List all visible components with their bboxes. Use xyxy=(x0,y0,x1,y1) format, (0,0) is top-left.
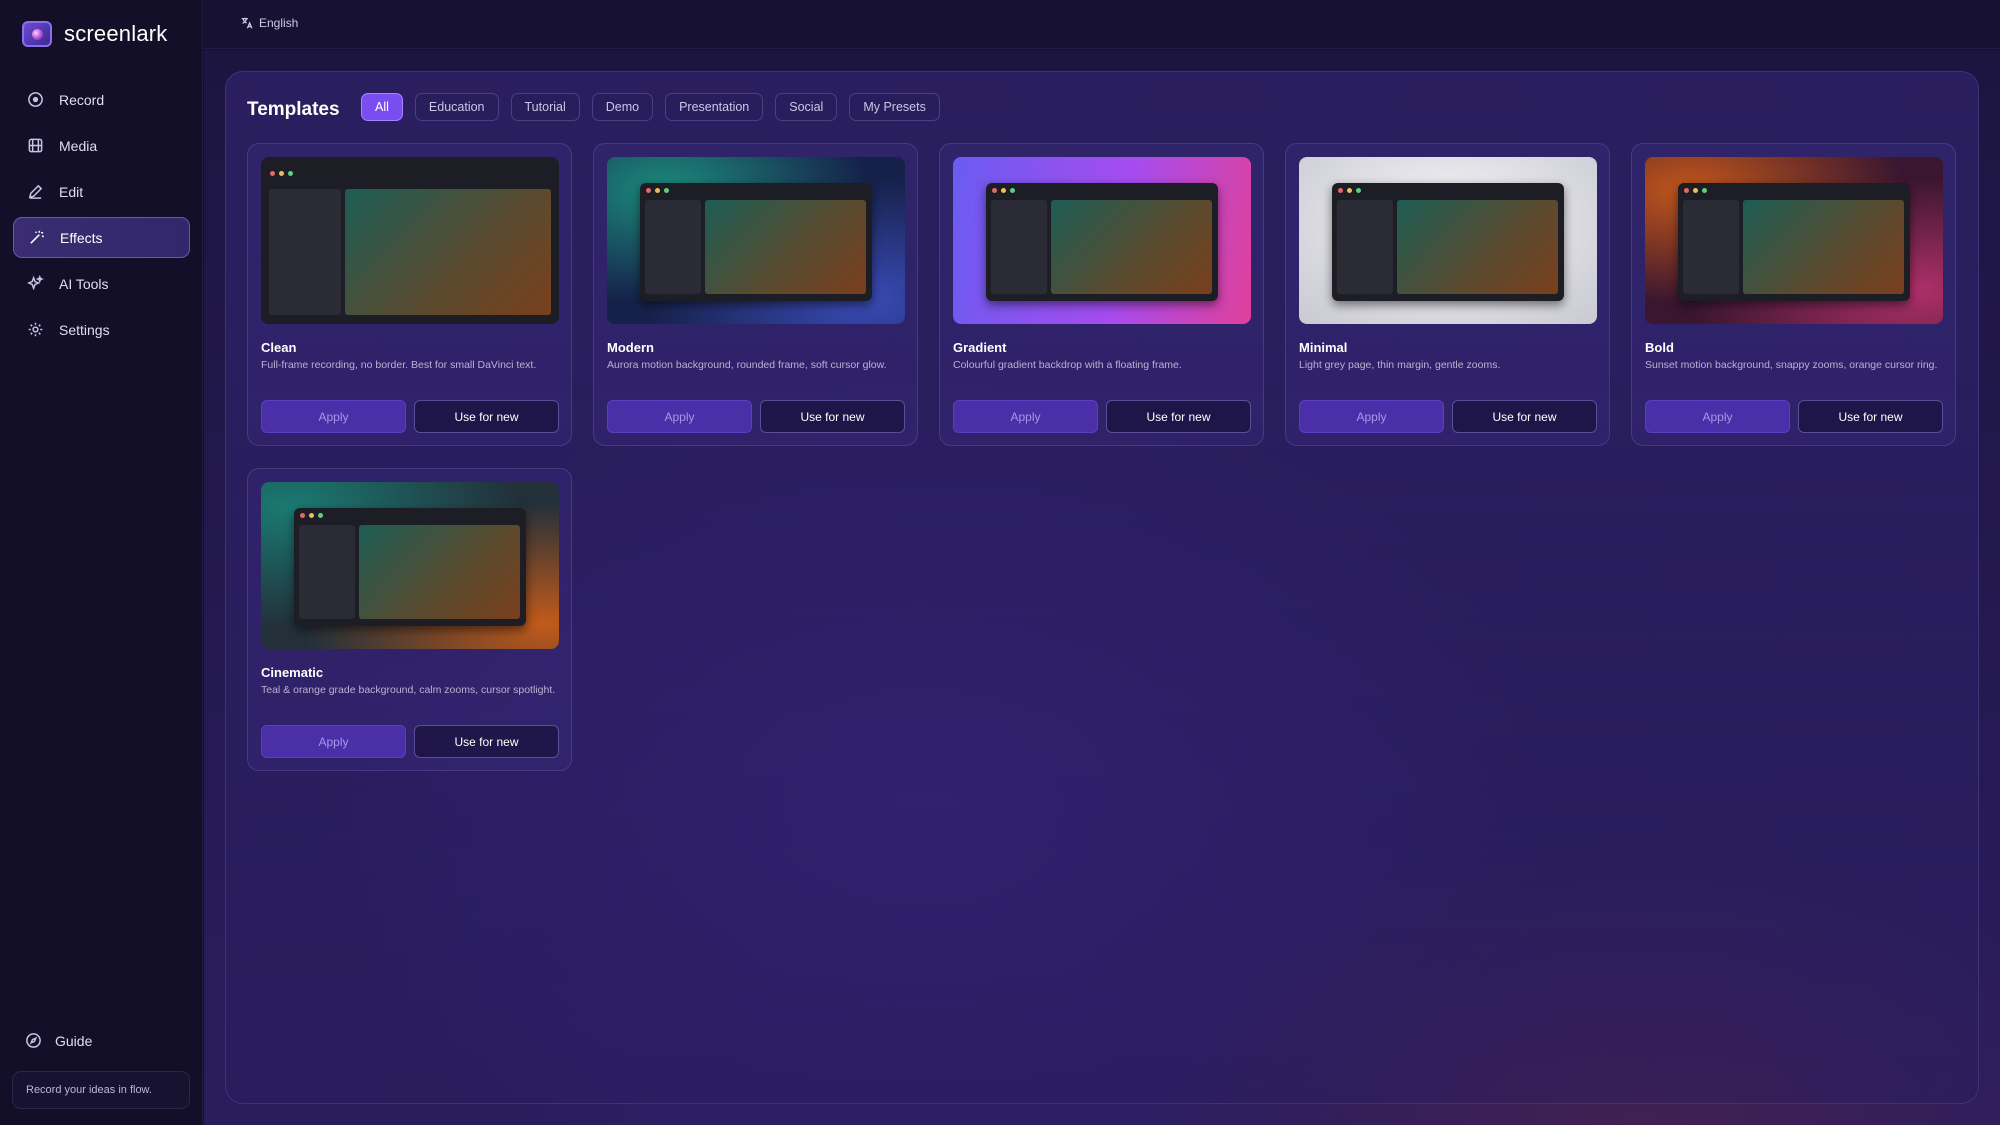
template-description: Colourful gradient backdrop with a float… xyxy=(953,359,1182,371)
templates-panel: Templates All Education Tutorial Demo Pr… xyxy=(225,71,1979,1104)
template-card-cinematic[interactable]: Cinematic Teal & orange grade background… xyxy=(247,468,572,771)
template-description: Full-frame recording, no border. Best fo… xyxy=(261,359,537,371)
top-bar: English xyxy=(204,0,2000,49)
pencil-icon xyxy=(28,184,43,199)
template-preview xyxy=(261,157,559,324)
apply-button[interactable]: Apply xyxy=(953,400,1098,433)
template-description: Light grey page, thin margin, gentle zoo… xyxy=(1299,359,1501,371)
apply-button[interactable]: Apply xyxy=(607,400,752,433)
tab-my-presets[interactable]: My Presets xyxy=(849,93,940,121)
guide-link[interactable]: Guide xyxy=(25,1032,92,1049)
template-preview xyxy=(953,157,1251,324)
template-card-clean[interactable]: Clean Full-frame recording, no border. B… xyxy=(247,143,572,446)
film-icon xyxy=(28,138,43,153)
sidebar-item-settings[interactable]: Settings xyxy=(13,309,190,350)
sidebar-item-label: Edit xyxy=(59,183,84,200)
magic-wand-icon xyxy=(30,230,45,244)
template-card-modern[interactable]: Modern Aurora motion background, rounded… xyxy=(593,143,918,446)
language-label: English xyxy=(259,16,299,30)
sidebar-item-label: Settings xyxy=(59,321,110,338)
sidebar-item-ai-tools[interactable]: AI Tools xyxy=(13,263,190,304)
use-for-new-button[interactable]: Use for new xyxy=(414,400,559,433)
sidebar-item-label: Effects xyxy=(60,229,103,246)
apply-button[interactable]: Apply xyxy=(1299,400,1444,433)
use-for-new-button[interactable]: Use for new xyxy=(414,725,559,758)
template-title: Minimal xyxy=(1299,340,1348,355)
tab-education[interactable]: Education xyxy=(414,93,499,121)
compass-icon xyxy=(26,1033,41,1048)
sidebar-item-label: AI Tools xyxy=(59,275,109,292)
language-selector[interactable]: English xyxy=(240,16,298,30)
sidebar-item-record[interactable]: Record xyxy=(13,79,190,120)
tagline: Record your ideas in flow. xyxy=(12,1071,190,1109)
tab-demo[interactable]: Demo xyxy=(591,93,654,121)
sidebar-item-media[interactable]: Media xyxy=(13,125,190,166)
brand[interactable]: screenlark xyxy=(22,21,167,47)
sidebar-nav: Record Media Edit Effects AI Tools Setti… xyxy=(13,79,190,355)
app-name: screenlark xyxy=(64,21,168,46)
sparkles-icon xyxy=(27,275,44,291)
apply-button[interactable]: Apply xyxy=(261,725,406,758)
template-title: Gradient xyxy=(953,340,1007,355)
sidebar-item-label: Media xyxy=(59,137,98,154)
tab-social[interactable]: Social xyxy=(775,93,838,121)
template-preview xyxy=(1299,157,1597,324)
template-description: Sunset motion background, snappy zooms, … xyxy=(1645,359,1938,371)
apply-button[interactable]: Apply xyxy=(261,400,406,433)
template-title: Modern xyxy=(607,340,654,355)
template-card-minimal[interactable]: Minimal Light grey page, thin margin, ge… xyxy=(1285,143,1610,446)
guide-label: Guide xyxy=(55,1032,93,1049)
use-for-new-button[interactable]: Use for new xyxy=(760,400,905,433)
use-for-new-button[interactable]: Use for new xyxy=(1798,400,1943,433)
sidebar-item-effects[interactable]: Effects xyxy=(13,217,190,258)
use-for-new-button[interactable]: Use for new xyxy=(1452,400,1597,433)
tab-all[interactable]: All xyxy=(361,93,403,121)
template-preview xyxy=(1645,157,1943,324)
tab-tutorial[interactable]: Tutorial xyxy=(510,93,580,121)
use-for-new-button[interactable]: Use for new xyxy=(1106,400,1251,433)
record-icon xyxy=(28,92,43,107)
template-card-gradient[interactable]: Gradient Colourful gradient backdrop wit… xyxy=(939,143,1264,446)
template-title: Bold xyxy=(1645,340,1674,355)
sidebar: screenlark Record Media Edit Effects AI … xyxy=(0,0,203,1125)
template-title: Clean xyxy=(261,340,297,355)
category-tabs: All Education Tutorial Demo Presentation… xyxy=(361,93,940,121)
template-card-bold[interactable]: Bold Sunset motion background, snappy zo… xyxy=(1631,143,1956,446)
template-description: Teal & orange grade background, calm zoo… xyxy=(261,684,556,696)
template-description: Aurora motion background, rounded frame,… xyxy=(607,359,887,371)
template-title: Cinematic xyxy=(261,665,324,680)
gear-icon xyxy=(28,322,43,337)
page-title: Templates xyxy=(247,99,340,120)
template-preview xyxy=(261,482,559,649)
sidebar-item-edit[interactable]: Edit xyxy=(13,171,190,212)
template-preview xyxy=(607,157,905,324)
sidebar-item-label: Record xyxy=(59,91,105,108)
apply-button[interactable]: Apply xyxy=(1645,400,1790,433)
app-logo-icon xyxy=(22,21,52,47)
translate-icon xyxy=(241,17,253,29)
tab-presentation[interactable]: Presentation xyxy=(665,93,764,121)
